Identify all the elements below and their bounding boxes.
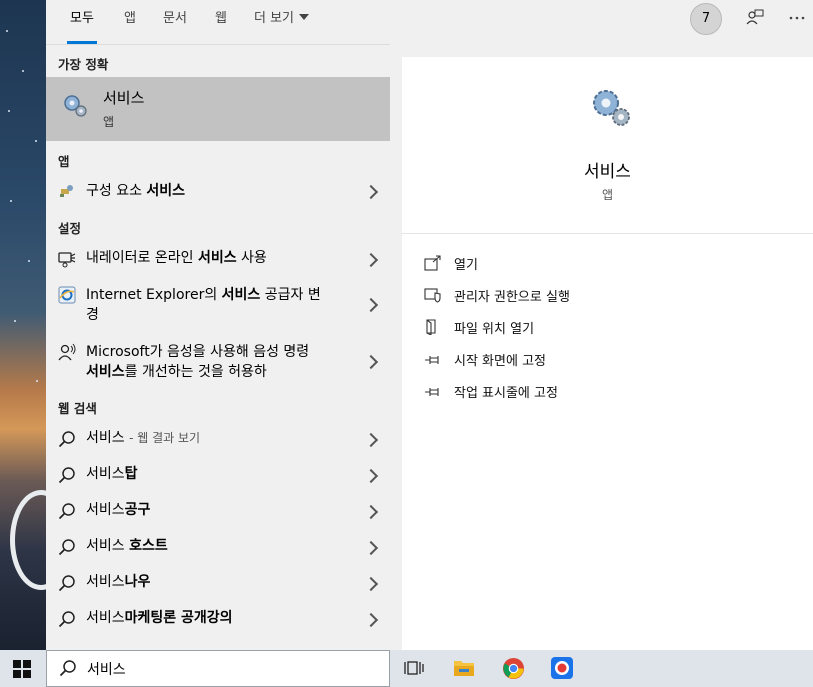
search-icon <box>58 611 75 628</box>
gear-icon <box>64 95 87 117</box>
windows-icon[interactable] <box>13 660 31 678</box>
pin-icon <box>425 388 439 396</box>
action-label: 시작 화면에 고정 <box>454 354 546 369</box>
setting-result-speech[interactable]: Microsoft가 음성을 사용해 음성 명령 서비스를 개선하는 것을 허용… <box>46 337 390 387</box>
admin-shield-icon <box>424 288 441 303</box>
tab-web[interactable]: 웹 <box>215 10 227 34</box>
chevron-right-icon <box>363 432 379 448</box>
chevron-right-icon <box>363 297 379 313</box>
best-match-heading: 가장 정확 <box>58 57 109 72</box>
result-label: 서비스 호스트 <box>86 538 168 554</box>
web-result[interactable]: 서비스공구 <box>46 494 390 528</box>
web-result[interactable]: 서비스마케팅론 공개강의 <box>46 602 390 636</box>
divider <box>402 233 813 234</box>
apps-heading: 앱 <box>58 154 70 169</box>
tab-apps[interactable]: 앱 <box>124 10 136 34</box>
search-icon <box>58 467 75 484</box>
desktop-wallpaper <box>0 0 46 650</box>
search-icon <box>58 539 75 556</box>
setting-result-internet-explorer[interactable]: Internet Explorer의 서비스 공급자 변경 <box>46 280 390 330</box>
record-icon[interactable] <box>550 656 574 680</box>
web-result[interactable]: 서비스나우 <box>46 566 390 600</box>
web-result[interactable]: 서비스탑 <box>46 458 390 492</box>
web-search-heading: 웹 검색 <box>58 401 97 416</box>
action-label: 파일 위치 열기 <box>454 322 535 337</box>
tab-more[interactable]: 더 보기 <box>254 10 310 34</box>
chevron-right-icon <box>363 468 379 484</box>
preview-title: 서비스 <box>584 162 631 182</box>
tab-documents[interactable]: 문서 <box>163 10 187 34</box>
chevron-down-icon <box>299 14 310 20</box>
ie-icon <box>58 286 76 304</box>
chevron-right-icon <box>363 540 379 556</box>
action-label: 열기 <box>454 258 478 273</box>
result-label: 내레이터로 온라인 서비스 사용 <box>86 250 267 266</box>
search-icon <box>59 660 76 677</box>
action-open-file-location[interactable]: 파일 위치 열기 <box>424 317 724 339</box>
preview-card: 서비스 앱 열기 관리자 권한으로 실행 파일 위치 열기 시작 화면에 고정 … <box>402 57 813 650</box>
search-filter-bar: 모두 앱 문서 웹 더 보기 <box>46 0 390 45</box>
action-label: 작업 표시줄에 고정 <box>454 386 558 401</box>
action-label: 관리자 권한으로 실행 <box>454 290 570 305</box>
search-icon <box>58 503 75 520</box>
best-match-title: 서비스 <box>103 89 145 107</box>
result-label: Microsoft가 음성을 사용해 음성 명령 서비스를 개선하는 것을 허용… <box>86 344 310 380</box>
settings-heading: 설정 <box>58 221 82 236</box>
chevron-right-icon <box>363 354 379 370</box>
result-label: 서비스탑 <box>86 466 138 482</box>
result-label: 구성 요소 서비스 <box>86 183 186 199</box>
best-match-item[interactable]: 서비스 앱 <box>46 77 390 141</box>
web-result[interactable]: 서비스 호스트 <box>46 530 390 564</box>
app-result-component-services[interactable]: 구성 요소 서비스 <box>46 174 390 208</box>
open-icon <box>424 255 441 271</box>
result-label: Internet Explorer의 서비스 공급자 변경 <box>86 287 321 323</box>
component-icon <box>60 185 73 197</box>
result-label: 서비스마케팅론 공개강의 <box>86 610 233 626</box>
pin-icon <box>425 356 439 364</box>
preview-subtitle: 앱 <box>601 188 614 202</box>
result-label: 서비스나우 <box>86 574 151 590</box>
preview-pane: 7 서비스 앱 열기 관리자 권한으로 실행 파일 위치 열기 시작 화면에 고… <box>390 0 813 650</box>
chevron-right-icon <box>363 576 379 592</box>
result-label: 서비스공구 <box>86 502 151 518</box>
search-input[interactable]: 서비스 <box>87 659 126 679</box>
setting-result-narrator[interactable]: 내레이터로 온라인 서비스 사용 <box>46 242 390 276</box>
feedback-icon[interactable] <box>746 9 764 27</box>
tab-all[interactable]: 모두 <box>67 10 97 44</box>
rewards-badge[interactable]: 7 <box>690 3 722 35</box>
more-icon[interactable] <box>788 15 806 21</box>
result-label: 서비스 - 웹 결과 보기 <box>86 430 201 446</box>
search-results-pane: 모두 앱 문서 웹 더 보기 가장 정확 서비스 앱 앱 구성 요소 서비스 설… <box>46 0 390 650</box>
chevron-right-icon <box>363 252 379 268</box>
gear-icon <box>593 90 630 126</box>
more-label: 더 보기 <box>254 11 295 26</box>
folder-icon <box>426 319 436 335</box>
task-view-icon[interactable] <box>404 659 424 677</box>
chevron-right-icon <box>363 612 379 628</box>
chevron-right-icon <box>363 504 379 520</box>
web-result[interactable]: 서비스 - 웹 결과 보기 <box>46 422 390 456</box>
taskbar: 서비스 <box>0 650 813 687</box>
narrator-icon <box>58 252 76 268</box>
chrome-icon[interactable] <box>502 657 525 680</box>
chevron-right-icon <box>363 184 379 200</box>
speech-icon <box>58 343 76 361</box>
search-icon <box>58 431 75 448</box>
action-pin-to-start[interactable]: 시작 화면에 고정 <box>424 349 724 371</box>
action-pin-to-taskbar[interactable]: 작업 표시줄에 고정 <box>424 381 724 403</box>
action-run-as-admin[interactable]: 관리자 권한으로 실행 <box>424 285 724 307</box>
file-explorer-icon[interactable] <box>453 657 475 679</box>
top-bar: 7 <box>390 0 813 44</box>
best-match-subtitle: 앱 <box>103 115 115 129</box>
action-open[interactable]: 열기 <box>424 253 724 275</box>
taskbar-search-box[interactable]: 서비스 <box>46 650 390 687</box>
search-icon <box>58 575 75 592</box>
